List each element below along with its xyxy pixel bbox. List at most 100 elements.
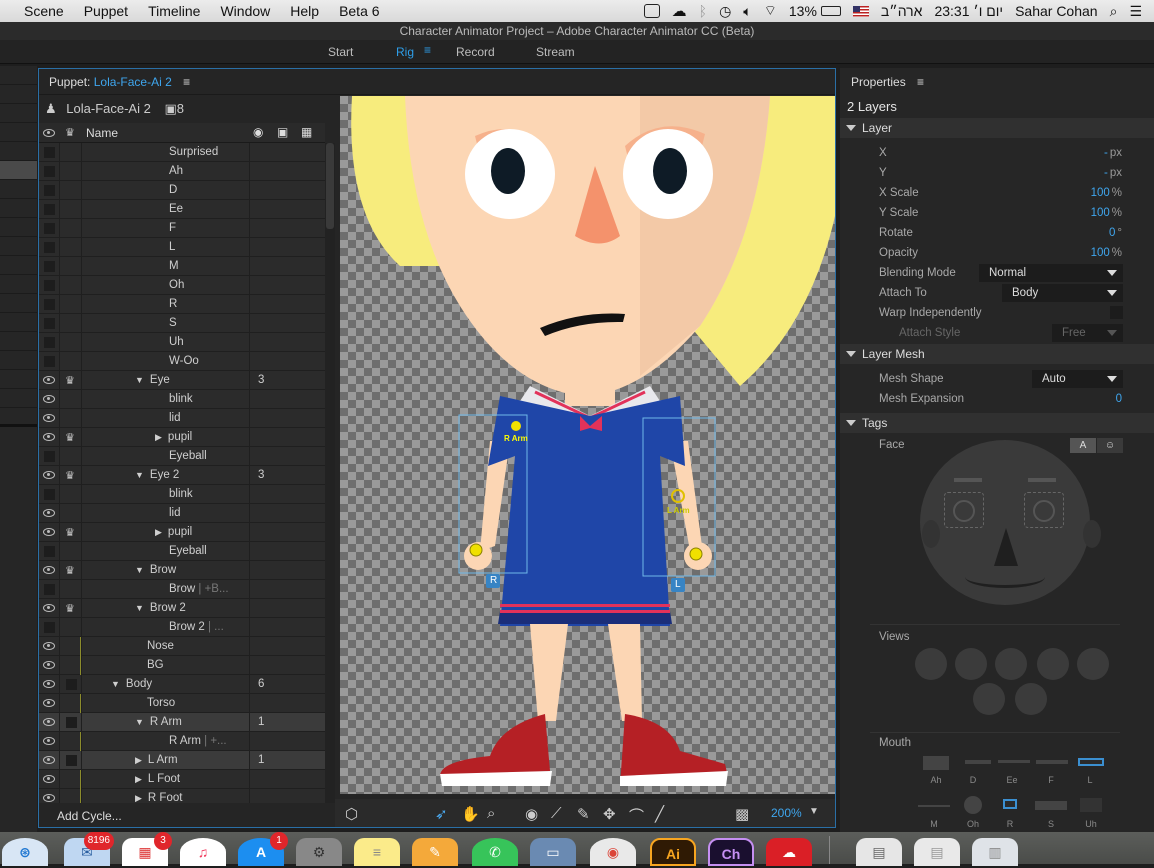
chrome-dock-icon[interactable]: ◉ bbox=[590, 838, 636, 866]
system-preferences-dock-icon[interactable]: ⚙ bbox=[296, 838, 342, 866]
music-dock-icon[interactable]: ♫ bbox=[180, 838, 226, 866]
right-pupil-tag[interactable] bbox=[1033, 500, 1055, 522]
layer-name[interactable]: Ah bbox=[169, 162, 183, 181]
scrollbar-thumb[interactable] bbox=[326, 143, 334, 229]
puppet-panel-name[interactable]: Lola-Face-Ai 2 bbox=[94, 75, 172, 89]
collapsed-triangle-icon[interactable]: ▶ bbox=[155, 527, 162, 537]
mouth-ah-icon[interactable] bbox=[923, 756, 949, 770]
layer-name[interactable]: BG bbox=[147, 656, 164, 675]
opacity-number[interactable]: 100 bbox=[1091, 247, 1110, 259]
eye-icon[interactable] bbox=[43, 509, 55, 517]
menu-help[interactable]: Help bbox=[290, 3, 319, 19]
layer-name[interactable]: ▶ L Foot bbox=[135, 770, 180, 789]
expanded-triangle-icon[interactable]: ▼ bbox=[135, 603, 144, 613]
visibility-cell[interactable] bbox=[39, 352, 60, 371]
notification-center-icon[interactable]: ☰ bbox=[1129, 3, 1142, 20]
independence-cell[interactable] bbox=[61, 789, 82, 803]
r-tag[interactable]: R bbox=[490, 575, 497, 586]
layer-row[interactable]: Eyeball bbox=[39, 447, 325, 466]
visibility-cell[interactable] bbox=[39, 447, 60, 466]
menu-timeline[interactable]: Timeline bbox=[148, 3, 200, 19]
crown-icon[interactable]: ♛ bbox=[65, 431, 75, 444]
layer-name[interactable]: R Arm | +... bbox=[169, 732, 227, 751]
expanded-triangle-icon[interactable]: ▼ bbox=[135, 717, 144, 727]
layer-name[interactable]: Uh bbox=[169, 333, 184, 352]
warp-independently-checkbox[interactable] bbox=[1110, 306, 1123, 319]
battery-icon[interactable] bbox=[820, 6, 841, 16]
visibility-toggle[interactable] bbox=[44, 223, 55, 234]
layer-row[interactable]: M bbox=[39, 257, 325, 276]
layer-row[interactable]: Brow 2 | ... bbox=[39, 618, 325, 637]
expanded-triangle-icon[interactable]: ▼ bbox=[111, 679, 120, 689]
layer-name[interactable]: D bbox=[169, 181, 177, 200]
layer-row[interactable]: Eyeball bbox=[39, 542, 325, 561]
face-graphic-toggle[interactable]: ☺ bbox=[1097, 438, 1123, 453]
visibility-toggle[interactable] bbox=[44, 261, 55, 272]
layer-row[interactable]: blink bbox=[39, 485, 325, 504]
origin-tool-icon[interactable]: ◉ bbox=[525, 805, 538, 823]
visibility-toggle[interactable] bbox=[44, 489, 55, 500]
independence-toggle[interactable] bbox=[66, 717, 77, 728]
creative-cloud-dock-icon[interactable]: ☁ bbox=[766, 838, 812, 866]
layer-name[interactable]: lid bbox=[169, 409, 181, 428]
spotlight-icon[interactable]: ⌕ bbox=[1110, 3, 1118, 20]
visibility-cell[interactable] bbox=[39, 238, 60, 257]
independence-cell[interactable] bbox=[61, 352, 82, 371]
visibility-cell[interactable] bbox=[39, 466, 60, 485]
zoom-tool-icon[interactable]: ⌕ bbox=[487, 805, 495, 822]
layer-name[interactable]: M bbox=[169, 257, 179, 276]
mouth-s-icon[interactable] bbox=[1035, 801, 1067, 810]
independence-cell[interactable] bbox=[61, 219, 82, 238]
layer-row[interactable]: Ah bbox=[39, 162, 325, 181]
layer-row[interactable]: Brow | +B... bbox=[39, 580, 325, 599]
visibility-toggle[interactable] bbox=[44, 584, 55, 595]
layer-name[interactable]: Surprised bbox=[169, 143, 218, 162]
mouth-uh-icon[interactable] bbox=[1080, 798, 1102, 812]
right-brow-tag[interactable] bbox=[1028, 478, 1056, 482]
eye-icon[interactable] bbox=[43, 395, 55, 403]
layer-row[interactable]: ♛ ▼ Brow bbox=[39, 561, 325, 580]
hand-tool-icon[interactable]: ✋ bbox=[461, 805, 480, 823]
layer-row[interactable]: ▼ R Arm 1 bbox=[39, 713, 325, 732]
whatsapp-dock-icon[interactable]: ✆ bbox=[472, 838, 518, 866]
independence-cell[interactable] bbox=[61, 656, 82, 675]
illustrator-dock-icon[interactable]: Ai bbox=[650, 838, 696, 866]
document-dock-icon[interactable]: ▤ bbox=[856, 838, 902, 866]
properties-menu-icon[interactable]: ≡ bbox=[917, 75, 924, 89]
collapsed-triangle-icon[interactable]: ▶ bbox=[135, 755, 142, 765]
eye-icon[interactable] bbox=[43, 642, 55, 650]
notes-dock-icon[interactable]: ≡ bbox=[354, 838, 400, 866]
user-name[interactable]: Sahar Cohan bbox=[1015, 3, 1098, 19]
visibility-cell[interactable] bbox=[39, 732, 60, 751]
visibility-cell[interactable] bbox=[39, 371, 60, 390]
visibility-toggle[interactable] bbox=[44, 166, 55, 177]
independence-toggle[interactable] bbox=[66, 679, 77, 690]
visibility-toggle[interactable] bbox=[44, 299, 55, 310]
eye-icon[interactable] bbox=[43, 794, 55, 802]
layer-name[interactable]: Brow | +B... bbox=[169, 580, 229, 599]
layer-name[interactable]: L bbox=[169, 238, 175, 257]
visibility-cell[interactable] bbox=[39, 409, 60, 428]
panel-menu-icon[interactable]: ≡ bbox=[183, 75, 190, 89]
visibility-toggle[interactable] bbox=[44, 337, 55, 348]
y-value-number[interactable]: - bbox=[1104, 167, 1108, 179]
layer-row[interactable]: BG bbox=[39, 656, 325, 675]
visibility-cell[interactable] bbox=[39, 713, 60, 732]
visibility-toggle[interactable] bbox=[44, 242, 55, 253]
menu-beta[interactable]: Beta 6 bbox=[339, 3, 379, 19]
visibility-toggle[interactable] bbox=[44, 356, 55, 367]
independence-cell[interactable] bbox=[61, 333, 82, 352]
visibility-cell[interactable] bbox=[39, 675, 60, 694]
layer-name[interactable]: Ee bbox=[169, 200, 183, 219]
y-value[interactable]: - px bbox=[1104, 167, 1122, 179]
add-cycle-button[interactable]: Add Cycle... bbox=[57, 809, 122, 823]
layer-name[interactable]: Eyeball bbox=[169, 447, 207, 466]
eye-icon[interactable] bbox=[43, 756, 55, 764]
crown-icon[interactable]: ♛ bbox=[65, 526, 75, 539]
menu-window[interactable]: Window bbox=[220, 3, 270, 19]
layer-name[interactable]: ▶ R Foot bbox=[135, 789, 182, 803]
independence-cell[interactable] bbox=[61, 238, 82, 257]
layer-name[interactable]: ▶ pupil bbox=[155, 428, 192, 447]
layer-row[interactable]: blink bbox=[39, 390, 325, 409]
layer-row[interactable]: ▼ Body 6 bbox=[39, 675, 325, 694]
